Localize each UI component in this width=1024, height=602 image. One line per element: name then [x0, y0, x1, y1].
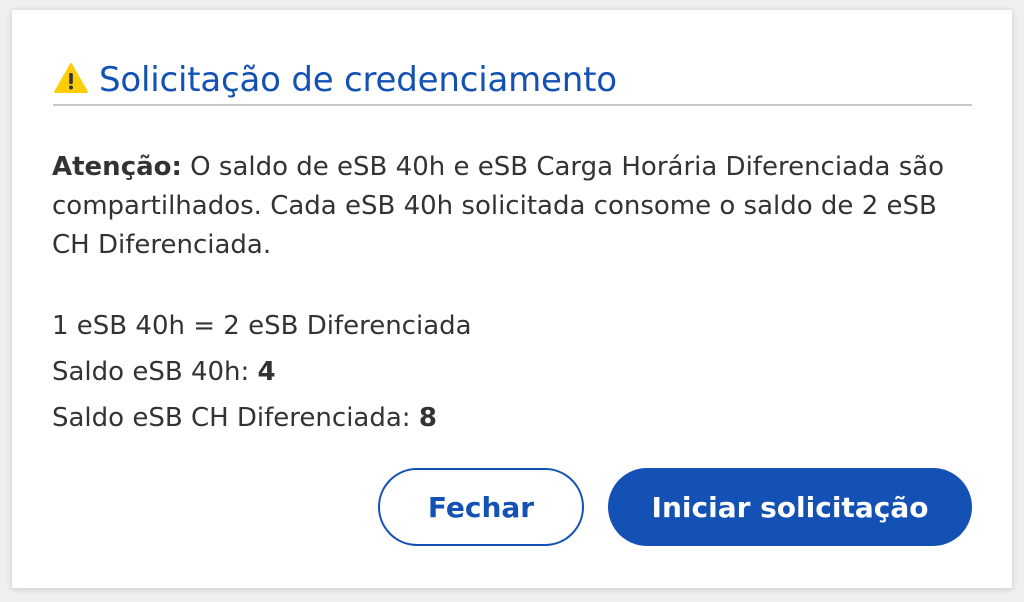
saldo-ch-value: 8 [418, 403, 437, 433]
saldo-ch-line: Saldo eSB CH Diferenciada: 8 [52, 395, 952, 441]
warning-icon [54, 63, 88, 93]
equivalence-text: 1 eSB 40h = 2 eSB Diferenciada [52, 311, 472, 341]
start-request-button[interactable]: Iniciar solicitação [608, 468, 972, 546]
saldo-40h-label: Saldo eSB 40h: [52, 357, 258, 387]
dialog-title: Solicitação de credenciamento [99, 60, 617, 100]
saldo-40h-line: Saldo eSB 40h: 4 [52, 349, 952, 395]
dialog-body: Atenção: O saldo de eSB 40h e eSB Carga … [52, 148, 952, 441]
saldo-ch-label: Saldo eSB CH Diferenciada: [52, 403, 419, 433]
attention-text: O saldo de eSB 40h e eSB Carga Horária D… [52, 152, 945, 260]
attention-label: Atenção: [52, 152, 182, 182]
saldo-40h-value: 4 [257, 357, 276, 387]
balance-info: 1 eSB 40h = 2 eSB Diferenciada Saldo eSB… [52, 303, 952, 441]
dialog-header: Solicitação de credenciamento [53, 60, 972, 106]
close-button[interactable]: Fechar [378, 468, 584, 546]
credential-request-dialog: Solicitação de credenciamento Atenção: O… [12, 10, 1012, 588]
attention-paragraph: Atenção: O saldo de eSB 40h e eSB Carga … [52, 148, 952, 265]
